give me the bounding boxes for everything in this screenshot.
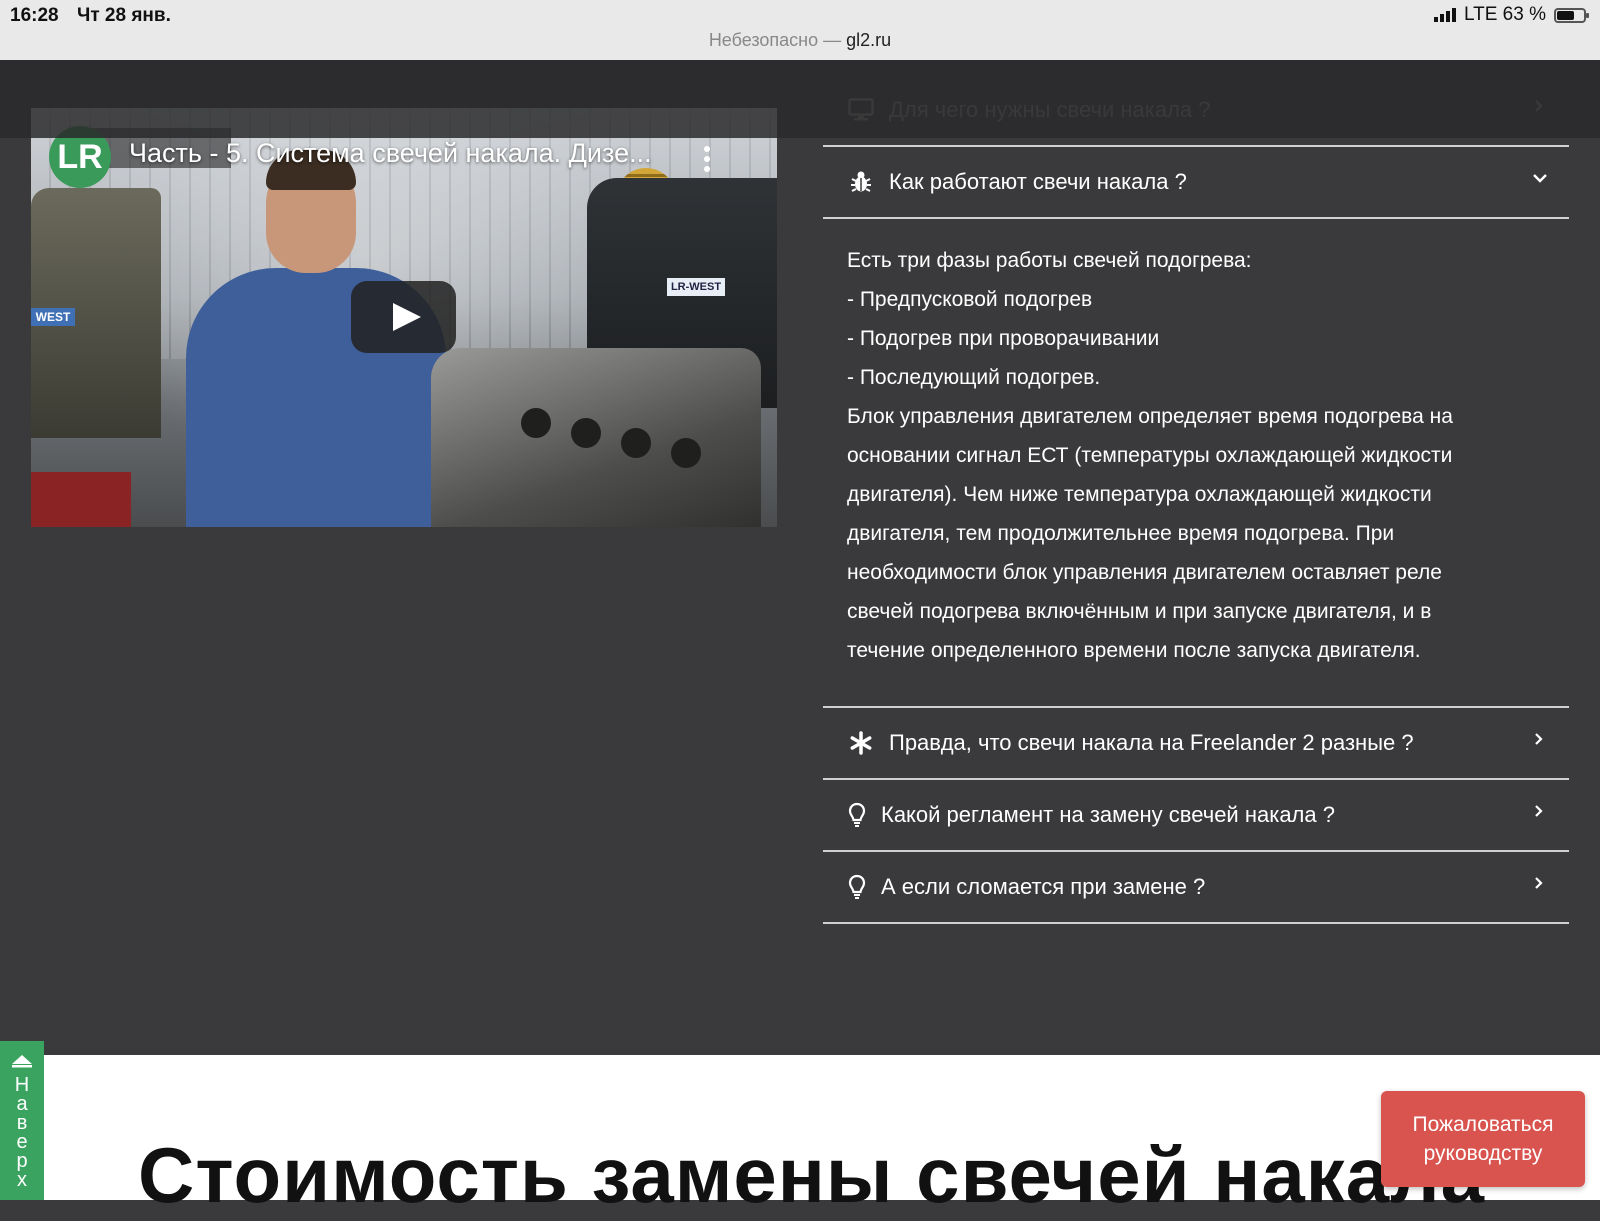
more-options-icon[interactable]: [704, 146, 710, 174]
lightbulb-icon: [847, 873, 867, 901]
chevron-right-icon: [1533, 733, 1545, 745]
faq-label: Как работают свечи накала ?: [889, 169, 1187, 194]
faq-header[interactable]: Для чего нужны свечи накала ?: [823, 75, 1569, 145]
answer-line: - Предпусковой подогрев: [847, 288, 1093, 311]
clock: 16:28: [10, 5, 59, 26]
status-indicators: LTE 63 %: [1433, 4, 1589, 26]
answer-line: - Подогрев при проворачивании: [847, 327, 1160, 350]
lightbulb-icon: [847, 801, 867, 829]
scroll-to-top-label: Наверх: [0, 1075, 44, 1191]
answer-paragraph: Блок управления двигателем определяет вр…: [847, 405, 1453, 662]
video-player[interactable]: WEST LR-WEST LR Часть - 5. Система свече…: [31, 108, 777, 527]
section-title: Стоимость замены свечей накала: [138, 1131, 1486, 1219]
domain-label: gl2.ru: [846, 30, 892, 50]
faq-label: А если сломается при замене ?: [881, 874, 1206, 899]
scroll-to-top-button[interactable]: Наверх: [0, 1041, 44, 1200]
chevron-down-icon: [1533, 172, 1547, 184]
answer-line: Есть три фазы работы свечей подогрева:: [847, 249, 1252, 272]
play-button[interactable]: [351, 281, 456, 353]
monitor-icon: [847, 96, 875, 124]
channel-logo[interactable]: LR: [49, 126, 111, 188]
chevron-right-icon: [1533, 805, 1545, 817]
faq-header[interactable]: Как работают свечи накала ?: [823, 147, 1569, 217]
chevron-right-icon: [1533, 100, 1545, 112]
chevron-right-icon: [1533, 877, 1545, 889]
faq-answer-body: Есть три фазы работы свечей подогрева: -…: [823, 219, 1569, 706]
video-title[interactable]: Часть - 5. Система свечей накала. Дизе..…: [129, 138, 652, 169]
complain-button[interactable]: Пожаловаться руководству: [1381, 1091, 1585, 1187]
arrow-up-icon: [0, 1053, 44, 1072]
faq-accordion: Для чего нужны свечи накала ? Как работа…: [823, 75, 1569, 924]
video-scene-car-left: WEST: [31, 188, 161, 438]
security-label: Небезопасно —: [708, 30, 842, 50]
faq-label: Для чего нужны свечи накала ?: [889, 97, 1211, 122]
video-scene-bench: [31, 472, 131, 527]
scroll-to-top-letter: х: [17, 1169, 27, 1191]
faq-item: Какой регламент на замену свечей накала …: [823, 780, 1569, 852]
faq-label: Какой регламент на замену свечей накала …: [881, 802, 1335, 827]
faq-header[interactable]: Правда, что свечи накала на Freelander 2…: [823, 708, 1569, 778]
faq-item: Как работают свечи накала ?: [823, 147, 1569, 219]
bug-icon: [847, 168, 875, 196]
faq-item: А если сломается при замене ?: [823, 852, 1569, 924]
faq-item: Для чего нужны свечи накала ?: [823, 75, 1569, 147]
faq-header[interactable]: Какой регламент на замену свечей накала …: [823, 780, 1569, 850]
address-bar[interactable]: Небезопасно — gl2.ru: [0, 30, 1600, 51]
car-plate: LR-WEST: [667, 278, 725, 296]
battery-icon: [1554, 7, 1589, 23]
video-scene-engine: [431, 348, 761, 527]
answer-line: - Последующий подогрев.: [847, 366, 1101, 389]
asterisk-icon: [847, 729, 875, 757]
status-bar: 16:28 Чт 28 янв. LTE 63 % Небезопасно — …: [0, 0, 1600, 60]
faq-item: Правда, что свечи накала на Freelander 2…: [823, 708, 1569, 780]
faq-answer: Есть три фазы работы свечей подогрева: -…: [823, 219, 1569, 708]
faq-header[interactable]: А если сломается при замене ?: [823, 852, 1569, 922]
signal-icon: [1433, 8, 1456, 22]
car-badge: WEST: [31, 308, 75, 326]
network-status: LTE 63 %: [1463, 4, 1546, 25]
date: Чт 28 янв.: [77, 5, 171, 26]
faq-label: Правда, что свечи накала на Freelander 2…: [889, 730, 1414, 755]
